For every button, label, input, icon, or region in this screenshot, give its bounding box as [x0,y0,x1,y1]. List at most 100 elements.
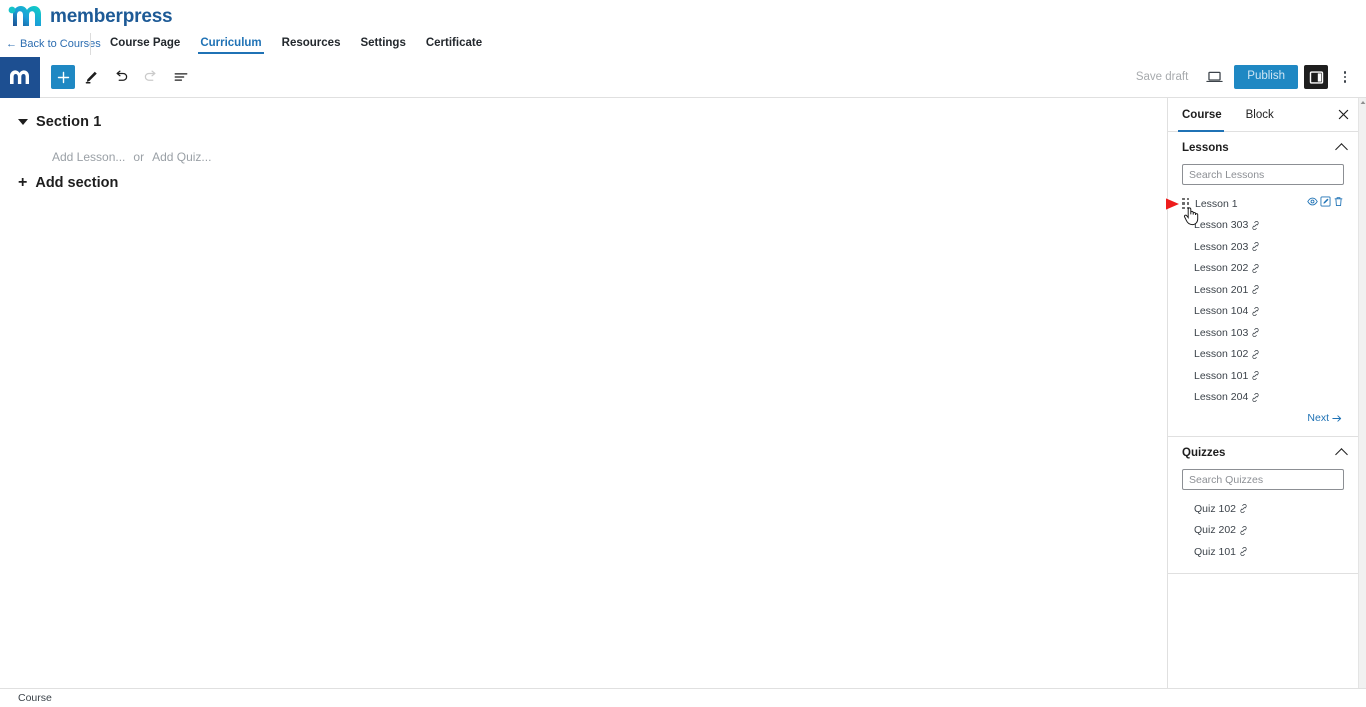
next-page-button[interactable]: Next [1307,412,1342,424]
lessons-panel-title: Lessons [1182,142,1229,154]
redo-arrow-icon [144,70,156,81]
section-title: Section 1 [36,114,102,130]
editor-toolbar: Save draft Publish [0,56,1366,98]
next-page-label: Next [1307,412,1329,424]
section-header: Section 1 [18,114,101,130]
link-icon [1251,263,1260,273]
quizzes-panel-body: Quiz 102 Quiz 202 Quiz 101 [1168,469,1358,573]
document-outline-button[interactable] [167,63,195,91]
list-item-lesson-104[interactable]: Lesson 104 [1182,301,1344,323]
link-icon [1251,371,1260,381]
quizzes-panel-header[interactable]: Quizzes [1168,437,1358,469]
sidebar-tab-course[interactable]: Course [1168,98,1234,132]
list-item-label: Lesson 104 [1194,305,1249,318]
redo-button[interactable] [137,63,165,91]
add-section-button[interactable]: + Add section [18,175,119,192]
brand-header: memberpress [0,0,1366,33]
add-quiz-button[interactable]: Add Quiz... [152,150,211,164]
publish-button[interactable]: Publish [1234,65,1298,89]
list-item-lesson-201[interactable]: Lesson 201 [1182,279,1344,301]
settings-sidebar-toggle[interactable] [1304,65,1328,89]
more-options-button[interactable] [1334,64,1356,90]
back-to-courses-link[interactable]: ← Back to Courses [6,38,101,50]
quizzes-panel-title: Quizzes [1182,447,1226,459]
preview-button[interactable] [1200,63,1228,91]
editor-left-tools [51,63,195,91]
list-item-quiz-102[interactable]: Quiz 102 [1182,498,1344,520]
add-lesson-button[interactable]: Add Lesson... [52,150,125,164]
settings-sidebar: Course Block Lessons Search Lessons Less… [1167,98,1358,688]
brand-name: memberpress [50,5,173,27]
list-item-lesson-204[interactable]: Lesson 204 [1182,387,1344,409]
search-lessons-input[interactable] [1182,164,1344,185]
add-block-button[interactable] [51,65,75,89]
list-item-label: Lesson 202 [1194,262,1249,275]
quizzes-list: Quiz 102 Quiz 202 Quiz 101 [1182,498,1344,563]
list-item-label: Lesson 101 [1194,369,1249,382]
delete-lesson-button[interactable] [1333,196,1344,207]
chevron-up-icon[interactable] [1335,143,1348,156]
list-item-lesson-1[interactable]: Lesson 1 [1182,193,1344,215]
tab-resources[interactable]: Resources [272,33,351,54]
tab-course-page[interactable]: Course Page [100,33,190,54]
add-section-label: Add section [35,175,119,191]
tabbar-divider [90,33,91,55]
link-icon [1251,328,1260,338]
list-item-lesson-202[interactable]: Lesson 202 [1182,258,1344,280]
section-add-row: Add Lesson... or Add Quiz... [52,150,211,164]
quizzes-panel: Quizzes Quiz 102 Quiz 202 [1168,437,1358,574]
caret-down-icon[interactable] [18,119,28,125]
list-item-label: Lesson 201 [1194,283,1249,296]
memberpress-logo[interactable]: memberpress [8,4,173,29]
list-item-lesson-101[interactable]: Lesson 101 [1182,365,1344,387]
memberpress-course-editor: memberpress ← Back to Courses Course Pag… [0,0,1366,707]
curriculum-canvas: Section 1 Add Lesson... or Add Quiz... +… [0,98,1167,688]
link-icon [1251,220,1260,230]
list-item-label: Quiz 102 [1194,502,1237,515]
status-label: Course [18,692,52,704]
tab-curriculum[interactable]: Curriculum [190,33,271,54]
list-item-lesson-303[interactable]: Lesson 303 [1182,215,1344,237]
sidebar-tab-block[interactable]: Block [1234,98,1286,131]
list-item-label: Lesson 1 [1195,197,1238,210]
arrow-right-icon [1332,414,1342,422]
link-icon [1239,504,1248,514]
list-item-quiz-202[interactable]: Quiz 202 [1182,520,1344,542]
editor-right-tools: Save draft Publish [1130,63,1366,91]
list-item-label: Lesson 204 [1194,391,1249,404]
page-scrollbar[interactable] [1358,98,1366,707]
lessons-panel: Lessons Lesson 1 [1168,132,1358,437]
edit-tool-button[interactable] [77,63,105,91]
list-item-lesson-102[interactable]: Lesson 102 [1182,344,1344,366]
lessons-panel-header[interactable]: Lessons [1168,132,1358,164]
close-icon [1338,109,1348,120]
link-icon [1239,547,1248,557]
undo-button[interactable] [107,63,135,91]
list-item-lesson-203[interactable]: Lesson 203 [1182,236,1344,258]
list-item-quiz-101[interactable]: Quiz 101 [1182,541,1344,563]
editor-logo-button[interactable] [0,56,40,98]
scroll-up-arrow-icon[interactable] [1359,98,1366,107]
link-icon [1251,306,1260,316]
close-sidebar-button[interactable] [1328,98,1358,131]
document-outline-icon [174,73,188,81]
lesson-row-actions [1307,196,1344,207]
kebab-menu-icon [1343,75,1347,79]
edit-lesson-button[interactable] [1320,196,1331,207]
view-lesson-button[interactable] [1307,196,1318,207]
link-icon [1239,525,1248,535]
settings-sidebar-icon [1309,70,1323,84]
list-item-lesson-103[interactable]: Lesson 103 [1182,322,1344,344]
tab-settings[interactable]: Settings [350,33,415,54]
drag-handle-icon[interactable] [1182,197,1192,210]
list-item-label: Quiz 202 [1194,524,1237,537]
laptop-preview-icon [1206,71,1223,82]
save-draft-button[interactable]: Save draft [1130,67,1194,87]
chevron-up-icon[interactable] [1335,448,1348,461]
lessons-pagination: Next [1182,408,1344,426]
search-quizzes-input[interactable] [1182,469,1344,490]
pencil-square-icon [1320,196,1331,207]
tab-certificate[interactable]: Certificate [416,33,492,54]
or-label: or [133,150,145,164]
status-bar: Course [0,688,1366,707]
